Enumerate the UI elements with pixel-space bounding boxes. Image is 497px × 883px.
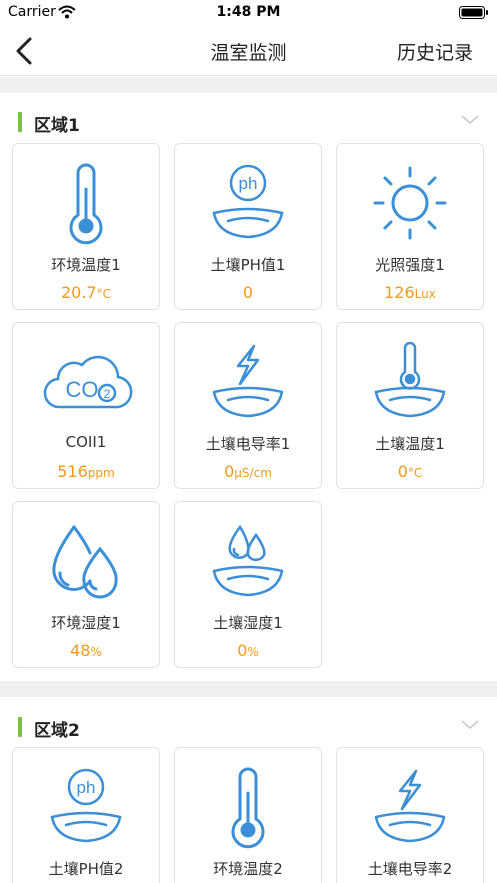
svg-text:CO: CO: [66, 377, 99, 402]
sensor-value: 0%: [237, 641, 259, 660]
sensor-card-co2-1[interactable]: CO 2 COII1 516ppm: [12, 322, 160, 489]
section-gap: [0, 77, 497, 93]
soil-ph-icon: ph: [175, 158, 321, 248]
sensor-card-soil-ph-1[interactable]: ph 土壤PH值1 0: [174, 143, 322, 310]
svg-text:ph: ph: [77, 778, 96, 797]
sensor-label: 环境湿度1: [51, 614, 121, 632]
sensor-label: 土壤PH值1: [210, 256, 286, 274]
humidity-drops-icon: [13, 516, 159, 606]
sensor-label: 环境温度2: [213, 860, 283, 878]
sensor-card-soil-conductivity-2[interactable]: 土壤电导率2: [336, 747, 484, 883]
thermometer-icon: [13, 158, 159, 248]
soil-temperature-icon: [337, 337, 483, 427]
sensor-label: 土壤电导率1: [205, 435, 291, 453]
sensor-label: 光照强度1: [375, 256, 445, 274]
sensor-label: 环境温度1: [51, 256, 121, 274]
sun-icon: [337, 158, 483, 248]
sensor-card-soil-ph-2[interactable]: ph 土壤PH值2: [12, 747, 160, 883]
soil-humidity-icon: [175, 516, 321, 606]
sensor-label: COII1: [65, 433, 107, 451]
sensor-card-soil-conductivity-1[interactable]: 土壤电导率1 0μS/cm: [174, 322, 322, 489]
section-title: 区域1: [34, 116, 80, 136]
section-accent-bar: [18, 112, 22, 132]
section-gap: [0, 681, 497, 697]
svg-text:ph: ph: [239, 174, 258, 193]
sensor-label: 土壤电导率2: [367, 860, 453, 878]
history-button[interactable]: 历史记录: [397, 38, 473, 65]
thermometer-icon: [175, 762, 321, 852]
sensor-label: 土壤温度1: [375, 435, 445, 453]
section-title: 区域2: [34, 721, 80, 741]
sensor-value: 0μS/cm: [224, 462, 272, 481]
battery-icon: [459, 6, 488, 19]
sensor-card-env-temperature-1[interactable]: 环境温度1 20.7°C: [12, 143, 160, 310]
sensor-value: 20.7°C: [60, 283, 111, 302]
co2-cloud-icon: CO 2: [13, 337, 159, 427]
chevron-down-icon[interactable]: [461, 720, 479, 730]
soil-ph-icon: ph: [13, 762, 159, 852]
sensor-value: 48%: [70, 641, 102, 660]
section-header-zone-2[interactable]: 区域2: [0, 706, 497, 748]
sensor-label: 土壤湿度1: [213, 614, 283, 632]
sensor-value: 0°C: [397, 462, 423, 481]
chevron-down-icon[interactable]: [461, 115, 479, 125]
nav-bar: 温室监测 历史记录: [0, 26, 497, 76]
soil-conductivity-icon: [175, 337, 321, 427]
sensor-value: 516ppm: [57, 462, 115, 481]
sensor-label: 土壤PH值2: [48, 860, 124, 878]
sensor-card-soil-humidity-1[interactable]: 土壤湿度1 0%: [174, 501, 322, 668]
sensor-card-env-humidity-1[interactable]: 环境湿度1 48%: [12, 501, 160, 668]
sensor-card-soil-temperature-1[interactable]: 土壤温度1 0°C: [336, 322, 484, 489]
soil-conductivity-icon: [337, 762, 483, 852]
svg-text:2: 2: [104, 387, 111, 401]
status-bar: Carrier 1:48 PM: [0, 0, 497, 26]
section-accent-bar: [18, 717, 22, 737]
sensor-card-light-1[interactable]: 光照强度1 126Lux: [336, 143, 484, 310]
sensor-value: 126Lux: [384, 283, 436, 302]
sensor-value: 0: [242, 283, 254, 302]
section-header-zone-1[interactable]: 区域1: [0, 101, 497, 143]
status-time: 1:48 PM: [216, 4, 281, 20]
sensor-card-env-temperature-2[interactable]: 环境温度2: [174, 747, 322, 883]
